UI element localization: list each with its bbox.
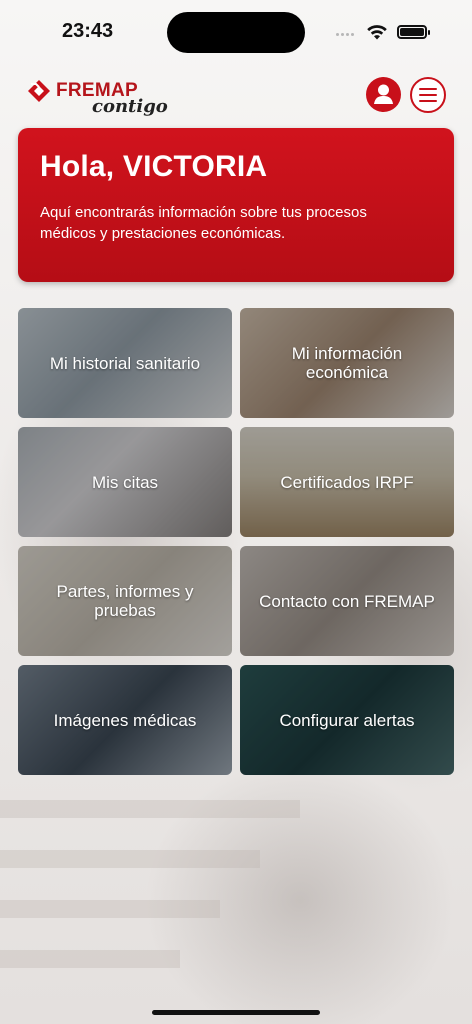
tile-label: Certificados IRPF (280, 472, 414, 492)
cellular-signal-icon (336, 28, 358, 38)
tile-informacion-economica[interactable]: Mi información económica (240, 308, 454, 418)
background-detail (0, 850, 260, 868)
user-icon (374, 84, 393, 104)
fremap-logo-icon (28, 80, 50, 102)
fremap-logo: FREMAP contigo (26, 76, 168, 120)
tile-certificados-irpf[interactable]: Certificados IRPF (240, 427, 454, 537)
greeting-card: Hola, VICTORIA Aquí encontrarás informac… (18, 128, 454, 282)
profile-button[interactable] (366, 77, 401, 112)
tile-imagenes-medicas[interactable]: Imágenes médicas (18, 665, 232, 775)
tile-label: Contacto con FREMAP (259, 591, 435, 611)
tile-historial-sanitario[interactable]: Mi historial sanitario (18, 308, 232, 418)
tile-configurar-alertas[interactable]: Configurar alertas (240, 665, 454, 775)
logo-tagline: contigo (92, 96, 168, 117)
greeting-title: Hola, VICTORIA (40, 150, 268, 183)
tile-contacto-fremap[interactable]: Contacto con FREMAP (240, 546, 454, 656)
background-detail (0, 900, 220, 918)
status-bar: 23:43 (0, 0, 472, 60)
tile-label: Imágenes médicas (53, 710, 197, 730)
tile-mis-citas[interactable]: Mis citas (18, 427, 232, 537)
dynamic-island (167, 12, 305, 53)
tile-label: Partes, informes y pruebas (56, 582, 194, 620)
hamburger-icon-line (419, 94, 437, 96)
home-indicator[interactable] (152, 1010, 320, 1015)
background-detail (0, 800, 300, 818)
status-time: 23:43 (62, 20, 114, 42)
tile-label: Mi historial sanitario (49, 353, 201, 373)
background-detail (0, 950, 180, 968)
menu-grid: Mi historial sanitario Mi información ec… (18, 308, 454, 775)
tile-partes-informes[interactable]: Partes, informes y pruebas (18, 546, 232, 656)
tile-label: Mi información económica (291, 344, 403, 382)
tile-label: Mis citas (91, 472, 159, 492)
battery-icon (397, 25, 430, 39)
wifi-icon (367, 25, 387, 40)
menu-button[interactable] (410, 77, 446, 113)
tile-label: Configurar alertas (279, 710, 415, 730)
hamburger-icon (419, 88, 437, 90)
hamburger-icon-line (419, 100, 437, 102)
greeting-subtitle: Aquí encontrarás información sobre tus p… (40, 204, 367, 242)
